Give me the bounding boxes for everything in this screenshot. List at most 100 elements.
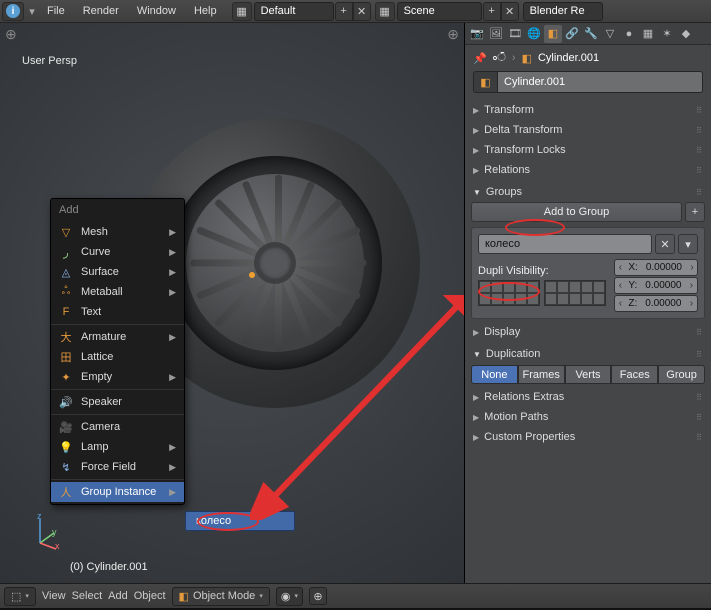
add-to-group-button[interactable]: Add to Group: [471, 202, 682, 222]
tab-constraints[interactable]: 🔗: [563, 25, 581, 43]
layout-remove[interactable]: ✕: [353, 2, 371, 21]
menu-file[interactable]: File: [38, 2, 74, 21]
tab-data[interactable]: ▽: [601, 25, 619, 43]
tab-material[interactable]: ●: [620, 25, 638, 43]
panel-header-transform-locks[interactable]: ▶Transform Locks⠿: [471, 141, 705, 159]
add-menu-speaker[interactable]: 🔊Speaker: [51, 392, 184, 412]
menu-item-label: Text: [81, 306, 101, 318]
scene-field[interactable]: Scene: [397, 2, 482, 21]
3d-viewport[interactable]: ⊕ ⊕ User Persp Add ▽Mesh▶رCurve▶◬Surface…: [0, 23, 465, 583]
vp-menu-add[interactable]: Add: [108, 590, 128, 602]
tab-world[interactable]: 🌐: [525, 25, 543, 43]
panel-grip-icon[interactable]: ⠿: [696, 106, 703, 115]
mode-selector[interactable]: ◧Object Mode▾: [172, 587, 270, 606]
viewport-shading[interactable]: ◉▾: [276, 587, 303, 606]
menu-item-icon: F: [59, 306, 73, 318]
panel-grip-icon[interactable]: ⠿: [696, 126, 703, 135]
disclosure-right-icon: ▶: [473, 106, 479, 115]
menu-item-icon: ▽: [59, 226, 73, 239]
groups-panel-header[interactable]: ▼ Groups ⠿: [471, 183, 705, 201]
display-title: Display: [484, 326, 520, 338]
render-engine-dropdown[interactable]: Blender Re: [523, 2, 603, 21]
add-menu-lamp[interactable]: 💡Lamp▶: [51, 437, 184, 457]
panel-grip-icon[interactable]: ⠿: [696, 350, 703, 359]
tab-object[interactable]: ◧: [544, 25, 562, 43]
menu-item-label: Empty: [81, 371, 112, 383]
menu-item-icon: 人: [59, 484, 73, 500]
pivot-button[interactable]: ⊕: [309, 587, 327, 605]
panel-grip-icon[interactable]: ⠿: [696, 328, 703, 337]
object-name-field[interactable]: ◧: [473, 71, 703, 93]
panel-grip-icon[interactable]: ⠿: [696, 393, 703, 402]
add-menu-empty[interactable]: ✦Empty▶: [51, 367, 184, 387]
tab-render-layers[interactable]: 🖼: [487, 25, 505, 43]
dup-none[interactable]: None: [471, 365, 518, 384]
tab-particles[interactable]: ✶: [658, 25, 676, 43]
add-menu-metaball[interactable]: ஃMetaball▶: [51, 282, 184, 302]
menu-render[interactable]: Render: [74, 2, 128, 21]
screen-layout-browse[interactable]: ▦: [232, 2, 252, 21]
menu-help[interactable]: Help: [185, 2, 226, 21]
panel-header-delta-transform[interactable]: ▶Delta Transform⠿: [471, 121, 705, 139]
add-menu-mesh[interactable]: ▽Mesh▶: [51, 222, 184, 242]
scene-remove[interactable]: ✕: [501, 2, 519, 21]
remove-from-group-button[interactable]: ✕: [655, 234, 675, 254]
dup-faces[interactable]: Faces: [611, 365, 658, 384]
tab-texture[interactable]: ▦: [639, 25, 657, 43]
panel-title: Transform: [484, 104, 534, 116]
dup-frames[interactable]: Frames: [518, 365, 565, 384]
screen-layout-field[interactable]: Default: [254, 2, 334, 21]
info-editor-icon[interactable]: i: [2, 2, 24, 21]
tab-scene[interactable]: 🎞: [506, 25, 524, 43]
dup-group[interactable]: Group: [658, 365, 705, 384]
panel-header-transform[interactable]: ▶ Transform ⠿: [471, 101, 705, 119]
display-panel-header[interactable]: ▶ Display ⠿: [471, 323, 705, 341]
scene-add[interactable]: +: [483, 2, 501, 21]
panel-grip-icon[interactable]: ⠿: [696, 413, 703, 422]
scene-browse[interactable]: ▦: [375, 2, 395, 21]
tab-render[interactable]: 📷: [468, 25, 486, 43]
viewport-footer: ⬚▾ View Select Add Object ◧Object Mode▾ …: [0, 583, 711, 608]
vp-menu-object[interactable]: Object: [134, 590, 166, 602]
panel-grip-icon[interactable]: ⠿: [696, 188, 703, 197]
add-menu-surface[interactable]: ◬Surface▶: [51, 262, 184, 282]
viewport-corner-tr[interactable]: ⊕: [447, 26, 459, 43]
add-menu-text[interactable]: F Text: [51, 302, 184, 322]
panel-header-relations[interactable]: ▶Relations⠿: [471, 161, 705, 179]
group-specials-button[interactable]: ▾: [678, 234, 698, 254]
add-menu-group-instance[interactable]: 人Group Instance▶: [51, 482, 184, 502]
add-menu-lattice[interactable]: 田Lattice: [51, 347, 184, 367]
viewport-corner-tl[interactable]: ⊕: [5, 26, 17, 43]
layer-grid-2[interactable]: [544, 280, 606, 306]
add-menu-armature[interactable]: 大Armature▶: [51, 327, 184, 347]
object-name-input[interactable]: [497, 71, 703, 93]
disclosure-down-icon: ▼: [473, 350, 481, 359]
menu-window[interactable]: Window: [128, 2, 185, 21]
group-name-input[interactable]: [478, 234, 652, 254]
menu-item-icon: 💡: [59, 441, 73, 454]
tab-physics[interactable]: ◆: [677, 25, 695, 43]
duplication-panel-header[interactable]: ▼ Duplication ⠿: [471, 345, 705, 363]
group-offset-z[interactable]: ‹Z:0.00000›: [614, 295, 698, 312]
add-menu-camera[interactable]: 🎥Camera: [51, 417, 184, 437]
panel-header-relations-extras[interactable]: ▶Relations Extras⠿: [471, 388, 705, 406]
panel-header-motion-paths[interactable]: ▶Motion Paths⠿: [471, 408, 705, 426]
menu-item-icon: 🔊: [59, 396, 73, 409]
vp-menu-view[interactable]: View: [42, 590, 66, 602]
add-menu-force-field[interactable]: ↯Force Field▶: [51, 457, 184, 477]
add-group-plus-button[interactable]: +: [685, 202, 705, 222]
panel-header-custom-properties[interactable]: ▶Custom Properties⠿: [471, 428, 705, 446]
editor-type-selector[interactable]: ⬚▾: [4, 587, 36, 606]
pin-icon[interactable]: 📌: [473, 52, 487, 65]
group-offset-x[interactable]: ‹X:0.00000›: [614, 259, 698, 276]
panel-grip-icon[interactable]: ⠿: [696, 166, 703, 175]
layout-add[interactable]: +: [335, 2, 353, 21]
panel-grip-icon[interactable]: ⠿: [696, 146, 703, 155]
tab-modifiers[interactable]: 🔧: [582, 25, 600, 43]
vp-menu-select[interactable]: Select: [72, 590, 103, 602]
group-offset-y[interactable]: ‹Y:0.00000›: [614, 277, 698, 294]
add-menu-curve[interactable]: رCurve▶: [51, 242, 184, 262]
editor-type-dropdown-arrow[interactable]: ▾: [26, 5, 38, 18]
dup-verts[interactable]: Verts: [565, 365, 612, 384]
panel-grip-icon[interactable]: ⠿: [696, 433, 703, 442]
